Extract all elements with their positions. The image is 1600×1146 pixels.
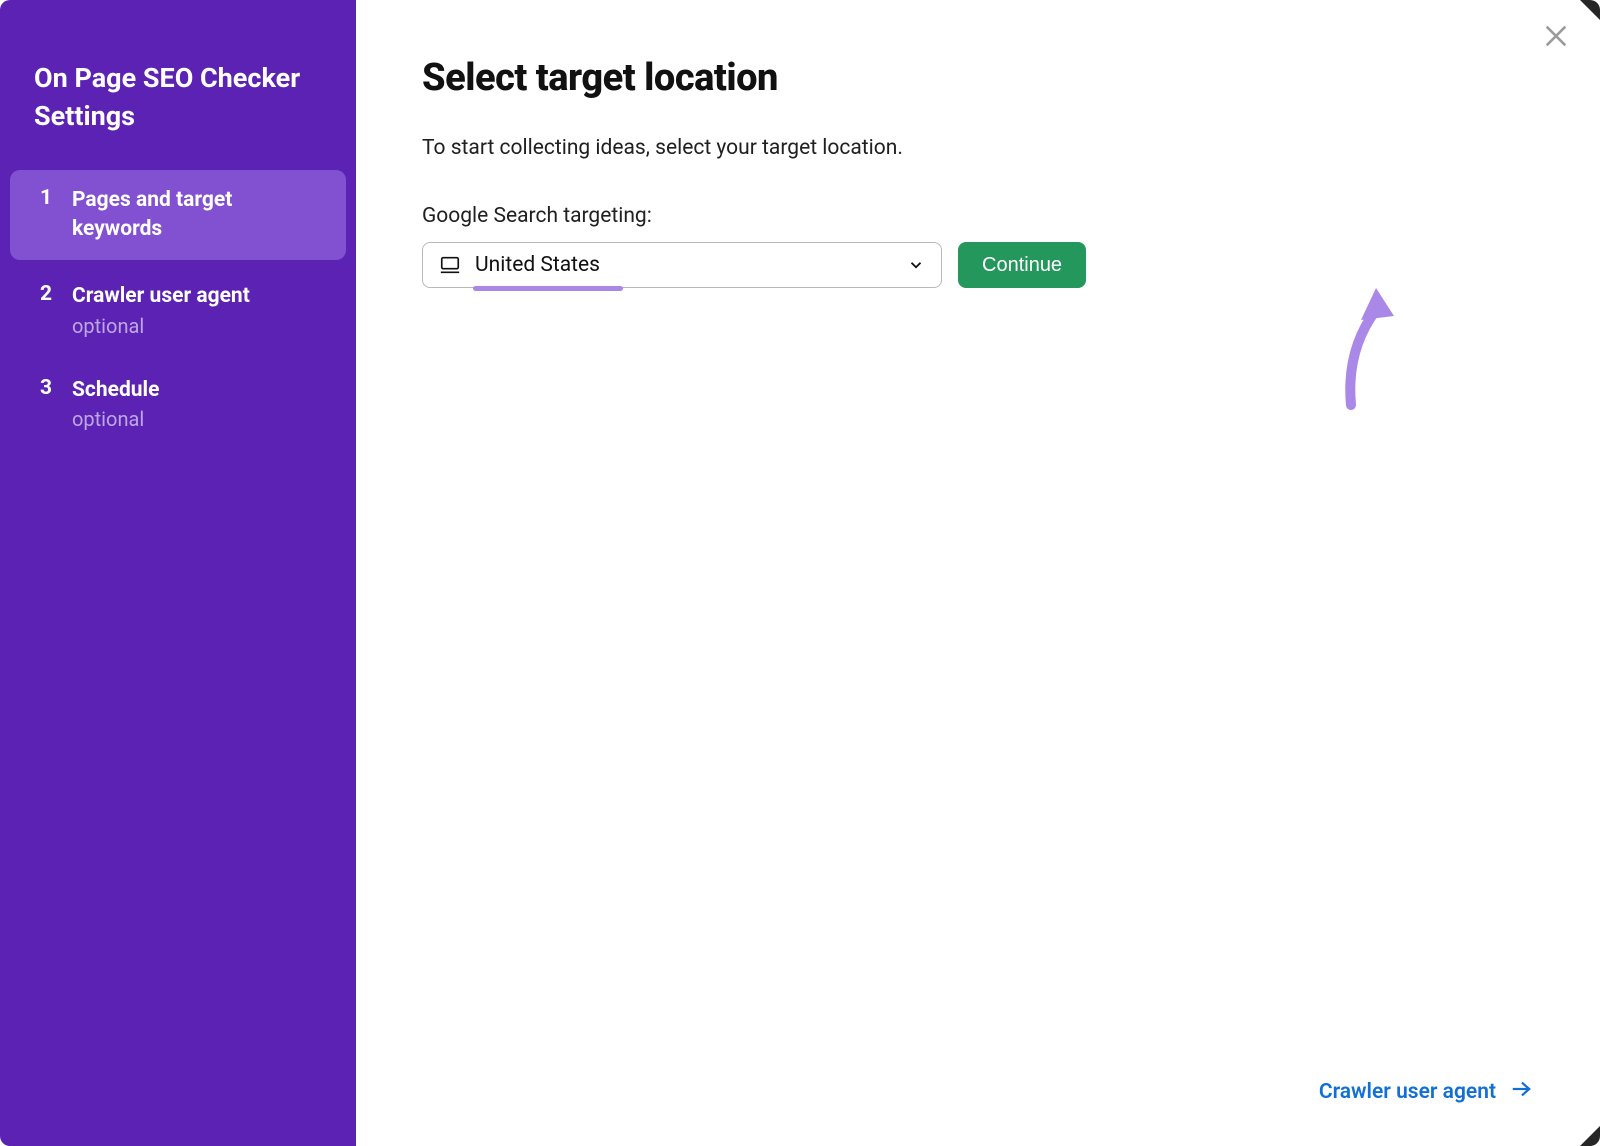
main-panel: Select target location To start collecti… [356,0,1600,1146]
accent-underline [473,286,623,291]
sidebar-step-crawler-user-agent[interactable]: 2 Crawler user agent optional [10,266,346,353]
location-select[interactable]: United States [422,242,942,288]
close-button[interactable] [1536,18,1576,58]
dialog-footer: Crawler user agent [422,1048,1534,1106]
sidebar: On Page SEO Checker Settings 1 Pages and… [0,0,356,1146]
location-value: United States [475,253,907,277]
target-field-label: Google Search targeting: [422,204,1534,228]
sidebar-steps: 1 Pages and target keywords 2 Crawler us… [0,170,356,448]
annotation-arrow-icon [1326,280,1406,410]
step-label: Crawler user agent [72,282,250,311]
chevron-down-icon [907,256,925,274]
step-number: 2 [40,282,56,306]
continue-button[interactable]: Continue [958,242,1086,288]
page-title: Select target location [422,56,1534,100]
page-description: To start collecting ideas, select your t… [422,136,1534,160]
close-icon [1542,22,1570,54]
settings-dialog: On Page SEO Checker Settings 1 Pages and… [0,0,1600,1146]
arrow-right-icon [1508,1078,1534,1106]
next-step-link[interactable]: Crawler user agent [1319,1078,1534,1106]
step-label: Pages and target keywords [72,186,326,245]
desktop-icon [439,254,461,276]
step-optional: optional [72,407,159,431]
step-optional: optional [72,314,250,338]
next-step-label: Crawler user agent [1319,1080,1496,1104]
sidebar-step-pages-keywords[interactable]: 1 Pages and target keywords [10,170,346,261]
sidebar-title: On Page SEO Checker Settings [0,60,356,170]
target-row: United States Continue [422,242,1534,288]
step-number: 1 [40,186,56,210]
step-number: 3 [40,376,56,400]
sidebar-step-schedule[interactable]: 3 Schedule optional [10,360,346,447]
step-label: Schedule [72,376,159,405]
